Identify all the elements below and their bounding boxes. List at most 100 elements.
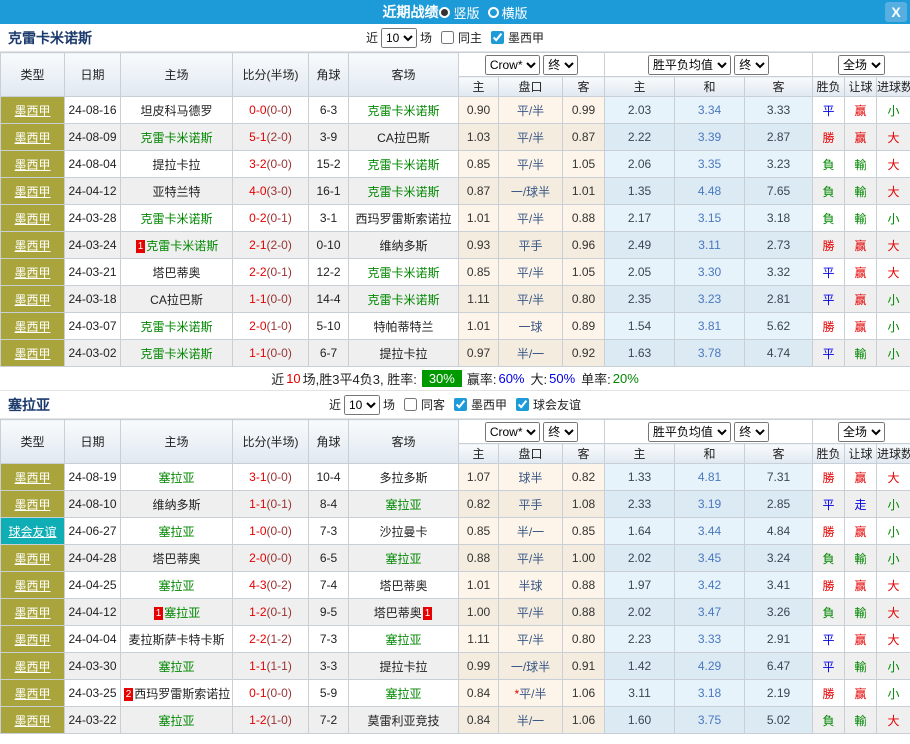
- avg-draw-cell: 3.33: [675, 626, 745, 653]
- type-cell[interactable]: 墨西甲: [1, 205, 65, 232]
- away-team-name[interactable]: 克雷卡米诺斯: [367, 266, 439, 280]
- home-team-name[interactable]: 克雷卡米诺斯: [140, 320, 212, 334]
- odds-company-select[interactable]: Crow*: [485, 55, 540, 75]
- away-team-name[interactable]: CA拉巴斯: [377, 131, 430, 145]
- single-rate-label: 单率:: [581, 369, 611, 388]
- handicap-line-cell: 半/一: [499, 340, 563, 367]
- halftime-score: (1-0): [267, 713, 292, 727]
- away-team-name[interactable]: 提拉卡拉: [379, 347, 427, 361]
- away-team-name[interactable]: 克雷卡米诺斯: [367, 104, 439, 118]
- match-count-select[interactable]: 10: [344, 395, 380, 415]
- handicap-line: 平/半: [517, 158, 544, 172]
- close-icon[interactable]: X: [885, 2, 907, 22]
- same-venue-checkbox[interactable]: [404, 398, 417, 411]
- away-team-name[interactable]: 维纳多斯: [379, 239, 427, 253]
- type-cell[interactable]: 墨西甲: [1, 680, 65, 707]
- avg-type-select[interactable]: 胜平负均值: [648, 55, 731, 75]
- type-cell[interactable]: 墨西甲: [1, 545, 65, 572]
- away-team-name[interactable]: 塔巴蒂奥: [374, 606, 422, 620]
- home-team-name[interactable]: 塞拉亚: [158, 579, 194, 593]
- type-cell[interactable]: 墨西甲: [1, 97, 65, 124]
- fulltime-score: 4-0: [249, 184, 266, 198]
- avg-stage-select[interactable]: 终: [734, 55, 769, 75]
- league-filter-checkbox[interactable]: [491, 31, 504, 44]
- away-team-name[interactable]: 塔巴蒂奥: [379, 579, 427, 593]
- type-cell[interactable]: 墨西甲: [1, 572, 65, 599]
- type-cell[interactable]: 墨西甲: [1, 626, 65, 653]
- home-team-name[interactable]: 西玛罗雷斯索诺拉: [134, 687, 230, 701]
- section2-table: 类型 日期 主场 比分(半场) 角球 客场 Crow* 终 胜平负均值 终 全场: [0, 419, 910, 734]
- league-filter-checkbox[interactable]: [454, 398, 467, 411]
- home-team-name[interactable]: 塞拉亚: [158, 714, 194, 728]
- home-team-name[interactable]: 克雷卡米诺斯: [146, 239, 218, 253]
- type-cell[interactable]: 墨西甲: [1, 259, 65, 286]
- home-team-name[interactable]: 克雷卡米诺斯: [140, 347, 212, 361]
- type-cell[interactable]: 墨西甲: [1, 313, 65, 340]
- scope-select[interactable]: 全场: [838, 422, 885, 442]
- home-team-name[interactable]: 维纳多斯: [152, 498, 200, 512]
- type-cell[interactable]: 球会友谊: [1, 518, 65, 545]
- home-team-name[interactable]: 克雷卡米诺斯: [140, 131, 212, 145]
- handicap-result-cell: 走: [845, 491, 877, 518]
- home-team-name[interactable]: 麦拉斯萨卡特卡斯: [128, 633, 224, 647]
- type-cell[interactable]: 墨西甲: [1, 464, 65, 491]
- away-team-name[interactable]: 特帕蒂特兰: [373, 320, 433, 334]
- horizontal-layout-radio[interactable]: [488, 7, 499, 18]
- away-team-name[interactable]: 提拉卡拉: [379, 660, 427, 674]
- same-venue-checkbox[interactable]: [441, 31, 454, 44]
- avg-home-cell: 2.02: [605, 545, 675, 572]
- away-team-name[interactable]: 多拉多斯: [379, 471, 427, 485]
- handicap-rate-label: 赢率:: [467, 369, 497, 388]
- away-team-name[interactable]: 西玛罗雷斯索诺拉: [355, 212, 451, 226]
- home-team-name[interactable]: 塞拉亚: [158, 525, 194, 539]
- home-team-name[interactable]: 塞拉亚: [164, 606, 200, 620]
- away-team-name[interactable]: 莫雷利亚竞技: [367, 714, 439, 728]
- away-team-name[interactable]: 克雷卡米诺斯: [367, 185, 439, 199]
- home-team-name[interactable]: 塞拉亚: [158, 471, 194, 485]
- type-cell[interactable]: 墨西甲: [1, 599, 65, 626]
- score-cell: 0-2(0-1): [233, 205, 309, 232]
- avg-away-cell: 3.41: [745, 572, 813, 599]
- home-team-name[interactable]: 坦皮科马德罗: [140, 104, 212, 118]
- vertical-layout-radio[interactable]: [439, 7, 450, 18]
- home-team-name[interactable]: CA拉巴斯: [150, 293, 203, 307]
- away-team-name[interactable]: 塞拉亚: [385, 633, 421, 647]
- odds-stage-select[interactable]: 终: [543, 55, 578, 75]
- handicap-line: 一/球半: [511, 660, 550, 674]
- scope-select[interactable]: 全场: [838, 55, 885, 75]
- away-team-name[interactable]: 克雷卡米诺斯: [367, 293, 439, 307]
- home-team-name[interactable]: 塔巴蒂奥: [152, 552, 200, 566]
- type-cell[interactable]: 墨西甲: [1, 707, 65, 734]
- home-team-name[interactable]: 亚特兰特: [152, 185, 200, 199]
- halftime-score: (1-0): [267, 319, 292, 333]
- away-team-name[interactable]: 塞拉亚: [385, 498, 421, 512]
- away-team-name[interactable]: 塞拉亚: [385, 552, 421, 566]
- handicap-header: 让球: [845, 444, 877, 464]
- type-cell[interactable]: 墨西甲: [1, 232, 65, 259]
- handicap-result-cell: 輸: [845, 653, 877, 680]
- away-team-name[interactable]: 克雷卡米诺斯: [367, 158, 439, 172]
- type-cell[interactable]: 墨西甲: [1, 151, 65, 178]
- type-cell[interactable]: 墨西甲: [1, 491, 65, 518]
- avg-home-cell: 2.17: [605, 205, 675, 232]
- odds-away-cell: 1.01: [563, 178, 605, 205]
- type-cell[interactable]: 墨西甲: [1, 653, 65, 680]
- type-cell[interactable]: 墨西甲: [1, 178, 65, 205]
- friendly-filter-checkbox[interactable]: [516, 398, 529, 411]
- odds-company-select[interactable]: Crow*: [485, 422, 540, 442]
- home-team-name[interactable]: 克雷卡米诺斯: [140, 212, 212, 226]
- match-count-select[interactable]: 10: [381, 28, 417, 48]
- fulltime-score: 5-1: [249, 130, 266, 144]
- away-team-name[interactable]: 沙拉曼卡: [379, 525, 427, 539]
- home-team-name[interactable]: 塞拉亚: [158, 660, 194, 674]
- avg-type-select[interactable]: 胜平负均值: [648, 422, 731, 442]
- avg-draw-cell: 3.45: [675, 545, 745, 572]
- away-team-name[interactable]: 塞拉亚: [385, 687, 421, 701]
- type-cell[interactable]: 墨西甲: [1, 340, 65, 367]
- type-cell[interactable]: 墨西甲: [1, 124, 65, 151]
- odds-stage-select[interactable]: 终: [543, 422, 578, 442]
- home-team-name[interactable]: 提拉卡拉: [152, 158, 200, 172]
- type-cell[interactable]: 墨西甲: [1, 286, 65, 313]
- avg-stage-select[interactable]: 终: [734, 422, 769, 442]
- home-team-name[interactable]: 塔巴蒂奥: [152, 266, 200, 280]
